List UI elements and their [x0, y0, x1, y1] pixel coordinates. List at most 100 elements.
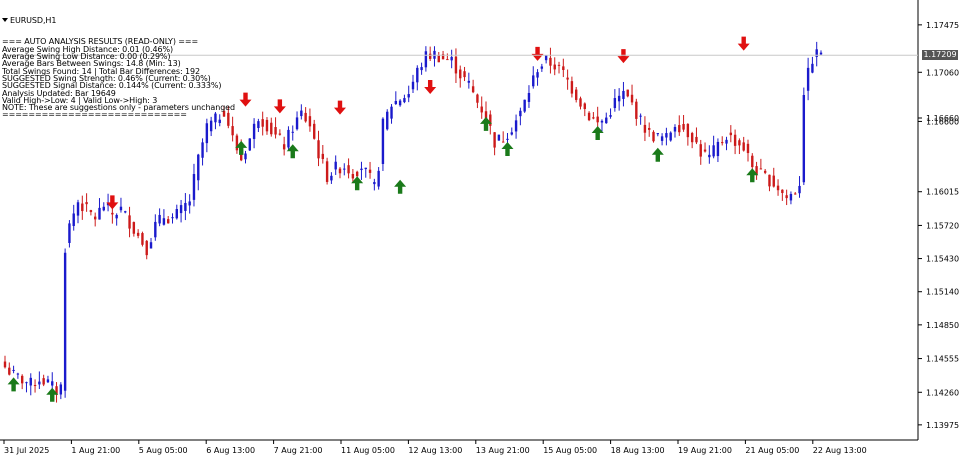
candle-body — [471, 86, 475, 93]
candle-body — [291, 131, 294, 133]
candle-body — [68, 223, 71, 243]
candle-body — [759, 168, 763, 170]
y-tick-label: 1.17060 — [926, 68, 959, 77]
candle-body — [81, 203, 84, 212]
candle-body — [708, 154, 711, 158]
candle-body — [313, 123, 316, 139]
candle-body — [454, 56, 458, 74]
price-axis[interactable]: 1.174751.170601.166601.166001.160151.157… — [917, 0, 959, 440]
candle-body — [549, 57, 552, 66]
candle-body — [403, 98, 406, 103]
candle-body — [325, 161, 329, 182]
candle-body — [330, 175, 333, 181]
candle-body — [257, 121, 260, 129]
candle-body — [424, 51, 428, 68]
x-tick-label: 31 Jul 2025 — [4, 446, 49, 455]
candle-body — [501, 141, 505, 143]
candle-body — [85, 202, 88, 205]
candle-body — [188, 201, 191, 206]
candle-body — [145, 240, 148, 256]
candle-body — [360, 168, 363, 171]
candle-body — [794, 193, 797, 195]
candle-body — [270, 122, 273, 135]
candle-body — [274, 127, 277, 135]
chart-window[interactable]: 1.17475 1.17060 1.16660 1.16600 1.16015 1.157… — [0, 0, 960, 458]
candle-body — [149, 242, 153, 249]
candle-body — [364, 167, 367, 170]
candle-body — [497, 134, 501, 141]
current-price-tag: 1.17209 — [922, 50, 958, 61]
candle-body — [42, 378, 45, 385]
candle-body — [570, 81, 574, 94]
candle-body — [89, 210, 93, 213]
analysis-overlay: EURUSD,H1 === AUTO ANALYSIS RESULTS (REA… — [2, 2, 235, 133]
candle-body — [287, 129, 290, 148]
candle-body — [536, 72, 539, 78]
candle-body — [643, 124, 647, 133]
candle-body — [785, 195, 788, 199]
candle-body — [669, 132, 672, 141]
candle-body — [738, 140, 741, 146]
candle-body — [386, 111, 389, 130]
candle-body — [742, 142, 745, 151]
candle-body — [278, 133, 282, 135]
candle-body — [347, 165, 350, 174]
candle-body — [179, 205, 183, 214]
candle-body — [261, 119, 264, 127]
candle-body — [617, 95, 621, 102]
candle-body — [93, 216, 97, 220]
candle-body — [660, 136, 664, 141]
candle-body — [25, 382, 28, 384]
candle-body — [407, 94, 410, 98]
candle-body — [532, 75, 535, 87]
chevron-down-icon[interactable] — [2, 18, 8, 23]
candle-body — [175, 209, 178, 219]
candle-body — [596, 116, 599, 123]
x-tick-label: 1 Aug 21:00 — [71, 446, 120, 455]
candle-body — [317, 140, 320, 159]
candle-body — [587, 112, 591, 121]
candle-body — [798, 185, 801, 194]
down-arrow-icon — [737, 36, 750, 51]
candle-body — [781, 189, 784, 194]
candle-body — [343, 168, 346, 170]
candle-body — [806, 67, 810, 91]
candle-body — [390, 106, 393, 119]
candle-body — [768, 174, 771, 187]
candle-body — [562, 66, 565, 70]
time-axis[interactable]: 31 Jul 2025 1 Aug 21:00 5 Aug 05:00 6 Aug 1… — [0, 439, 918, 455]
candle-body — [489, 114, 492, 126]
candle-body — [575, 89, 578, 100]
candle-body — [630, 94, 634, 103]
candle-body — [583, 103, 586, 110]
candle-body — [162, 218, 166, 225]
y-tick-label: 1.17475 — [926, 21, 959, 30]
candle-body — [716, 141, 720, 157]
candle-body — [648, 127, 651, 130]
y-tick-label: 1.15430 — [926, 255, 959, 264]
y-tick-label: 1.15720 — [926, 221, 959, 230]
candle-body — [721, 142, 724, 144]
candle-body — [76, 202, 80, 216]
candle-body — [201, 142, 204, 158]
candle-body — [592, 117, 595, 119]
candle-body — [72, 213, 75, 226]
candle-body — [8, 367, 11, 375]
candle-body — [119, 206, 123, 211]
candle-body — [3, 361, 7, 368]
candle-body — [802, 95, 806, 183]
candle-body — [20, 375, 24, 384]
candle-body — [527, 92, 531, 102]
candle-body — [686, 123, 690, 138]
candle-body — [510, 132, 513, 135]
y-tick-label: 1.14850 — [926, 321, 959, 330]
candle-body — [33, 385, 37, 387]
candle-body — [815, 49, 818, 57]
candle-body — [197, 154, 200, 181]
candle-body — [411, 81, 415, 90]
candle-body — [252, 123, 256, 139]
candle-body — [811, 63, 814, 73]
candle-body — [338, 168, 342, 174]
candle-body — [600, 120, 604, 123]
x-tick-label: 19 Aug 21:00 — [678, 446, 732, 455]
